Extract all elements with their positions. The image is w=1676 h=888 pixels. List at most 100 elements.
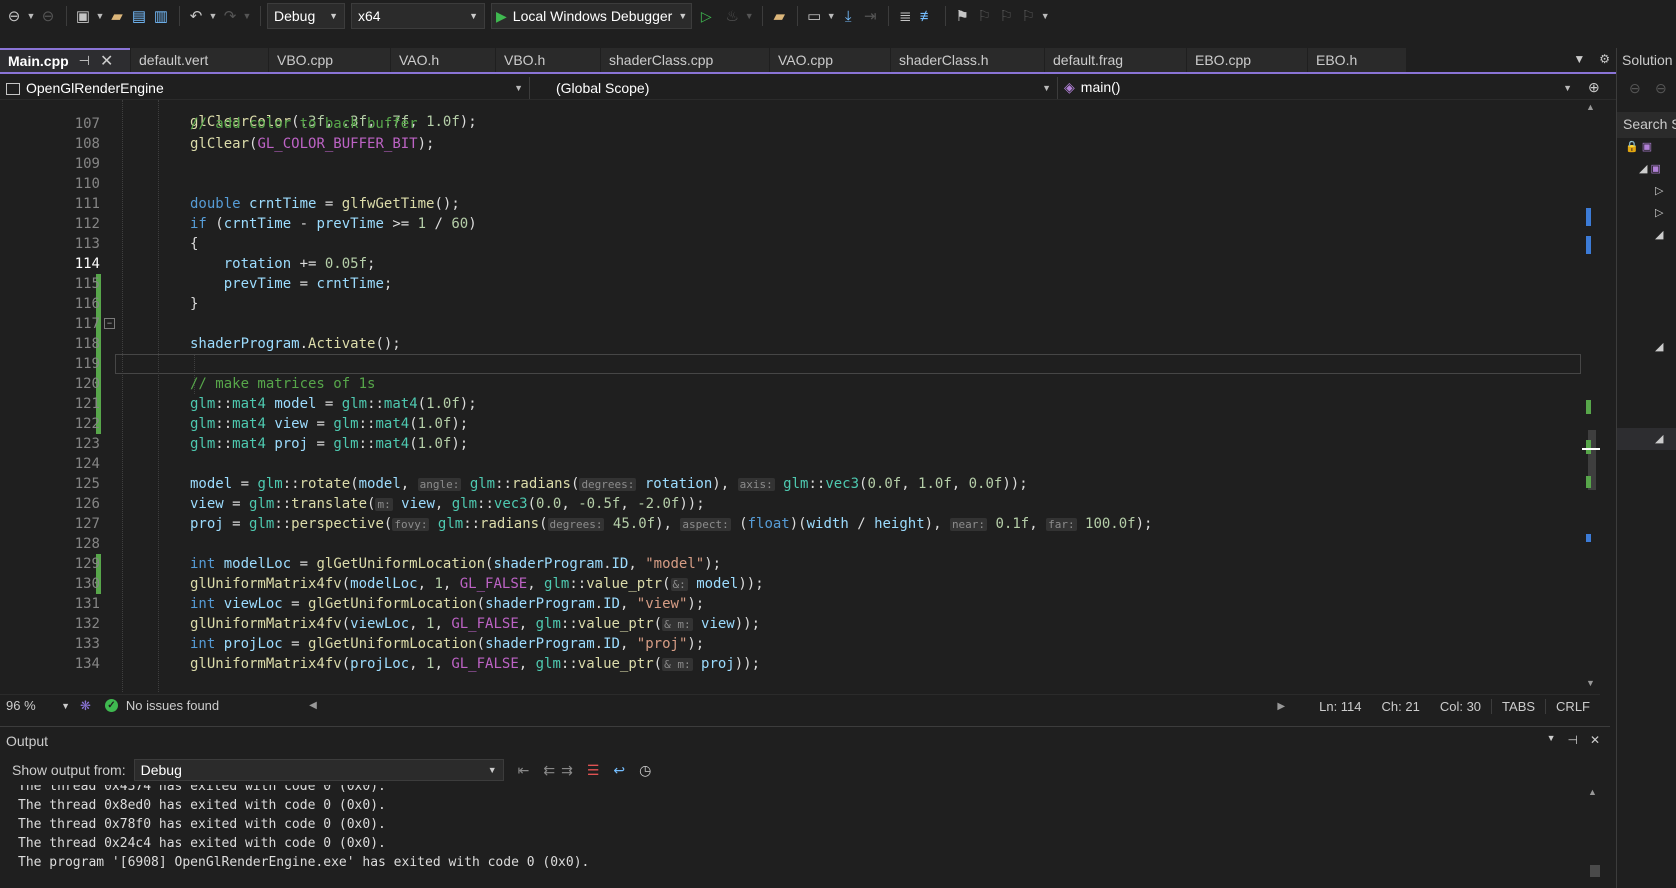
save-all-icon[interactable]: ▥ <box>151 4 171 28</box>
scrollbar-marker <box>1586 208 1591 226</box>
forward-icon[interactable]: ⊖ <box>38 4 58 28</box>
chevron-down-icon[interactable]: ▼ <box>678 11 687 21</box>
line-endings[interactable]: CRLF <box>1545 698 1600 714</box>
step-over-icon[interactable]: ⇥ <box>860 4 880 28</box>
solution-folder-icon[interactable]: ▰ <box>769 4 789 28</box>
editor-scrollbar[interactable]: ▲ ▼ <box>1582 100 1600 692</box>
scroll-left-icon[interactable]: ◀ <box>309 700 317 711</box>
scope-dropdown[interactable]: (Global Scope) ▼ <box>530 76 1058 99</box>
selected-tree-row[interactable] <box>1617 428 1676 450</box>
clear-all-icon[interactable]: ☰ <box>587 762 600 779</box>
tab-vao-cpp[interactable]: VAO.cpp <box>770 48 890 72</box>
tree-node[interactable]: ◢ <box>1655 340 1663 353</box>
play-icon: ▶ <box>496 7 507 24</box>
code-line: 107 // add color to back buffer <box>0 114 1580 134</box>
tree-node[interactable]: ▷ <box>1655 184 1663 197</box>
comment-lines-icon[interactable]: ≣ <box>895 4 915 28</box>
bookmark-icon[interactable]: ⚑ <box>952 4 972 28</box>
tab-shaderclass-cpp[interactable]: shaderClass.cpp <box>601 48 769 72</box>
indent-mode[interactable]: TABS <box>1491 698 1545 714</box>
tab-vbo-h[interactable]: VBO.h <box>496 48 600 72</box>
project-dropdown[interactable]: OpenGlRenderEngine ▼ <box>0 76 530 99</box>
previous-message-icon[interactable]: ⇇ <box>543 762 555 779</box>
split-editor-icon[interactable]: ⊕ <box>1588 79 1600 96</box>
next-message-icon[interactable]: ⇉ <box>561 762 573 779</box>
clock-icon[interactable]: ◷ <box>639 762 651 779</box>
member-dropdown[interactable]: ◈ main() ▼ <box>1058 77 1578 99</box>
tree-node[interactable]: ▷ <box>1655 206 1663 219</box>
line-indicator[interactable]: Ln: 114 <box>1309 699 1371 714</box>
char-indicator[interactable]: Ch: 21 <box>1372 699 1430 714</box>
tab-vao-h[interactable]: VAO.h <box>391 48 495 72</box>
back-icon[interactable]: ⊖ <box>1629 80 1641 97</box>
tab-vbo-cpp[interactable]: VBO.cpp <box>269 48 390 72</box>
close-icon[interactable]: ✕ <box>1590 733 1600 747</box>
copilot-icon[interactable]: ❋ <box>80 698 91 714</box>
platform-select[interactable]: x64 ▼ <box>351 3 485 29</box>
inlay-hint: aspect: <box>680 518 731 531</box>
expanded-chevron-icon: ◢ <box>1639 163 1648 175</box>
chevron-down-icon: ▼ <box>487 765 497 775</box>
toolbar-overflow-icon[interactable]: ▼ <box>1040 4 1050 28</box>
code-editor[interactable]: glClearColor(.3f, .3f, .7f, 1.0f); − 107… <box>0 100 1600 692</box>
undo-icon[interactable]: ↶ <box>186 4 206 28</box>
uncomment-lines-icon[interactable]: ≢ <box>917 4 937 28</box>
inlay-hint: & m: <box>662 618 693 631</box>
tab-ebo-h[interactable]: EBO.h <box>1308 48 1406 72</box>
window-menu-icon[interactable]: ▼ <box>1547 733 1556 747</box>
word-wrap-icon[interactable]: ↩ <box>613 762 625 779</box>
new-project-icon[interactable]: ▣ <box>73 4 93 28</box>
clear-bookmarks-icon[interactable]: ⚐ <box>1018 4 1038 28</box>
tab-label: shaderClass.h <box>899 52 989 68</box>
code-text: glUniformMatrix4fv(projLoc, 1, GL_FALSE,… <box>190 656 761 672</box>
solution-node[interactable]: 🔒 ▣ <box>1625 140 1652 153</box>
inlay-hint: m: <box>375 498 393 511</box>
step-into-icon[interactable]: ⤓ <box>838 4 858 28</box>
new-dropdown-icon[interactable]: ▼ <box>95 4 105 28</box>
tree-node[interactable]: ◢ <box>1655 432 1663 445</box>
window-layout-icon[interactable]: ▭ <box>804 4 824 28</box>
code-line: 125 model = glm::rotate(model, angle: glm… <box>0 474 1580 494</box>
output-window-controls: ▼ ⊣ ✕ <box>1547 733 1600 747</box>
output-log[interactable]: The thread 0x4374 has exited with code 0… <box>0 785 1590 888</box>
tab-list-dropdown-icon[interactable]: ▼ <box>1573 52 1585 66</box>
pin-icon[interactable]: ⊣ <box>1567 733 1577 747</box>
open-folder-icon[interactable]: ▰ <box>107 4 127 28</box>
back-dropdown-icon[interactable]: ▼ <box>26 4 36 28</box>
scroll-right-icon[interactable]: ▶ <box>1277 701 1285 712</box>
hot-reload-icon[interactable]: ♨ <box>722 4 742 28</box>
redo-dropdown-icon[interactable]: ▼ <box>242 4 252 28</box>
save-icon[interactable]: ▤ <box>129 4 149 28</box>
solution-search-input[interactable]: Search S <box>1617 112 1676 138</box>
project-node[interactable]: ◢ ▣ <box>1639 162 1661 175</box>
tree-node[interactable]: ◢ <box>1655 228 1663 241</box>
gear-icon[interactable]: ⚙ <box>1599 52 1610 66</box>
redo-icon[interactable]: ↷ <box>220 4 240 28</box>
scroll-up-icon[interactable]: ▲ <box>1588 787 1597 797</box>
next-bookmark-icon[interactable]: ⚐ <box>996 4 1016 28</box>
close-icon[interactable]: ✕ <box>100 51 113 71</box>
tab-main-cpp[interactable]: Main.cpp ⊣ ✕ <box>0 48 130 72</box>
tab-default-frag[interactable]: default.frag <box>1045 48 1186 72</box>
prev-bookmark-icon[interactable]: ⚐ <box>974 4 994 28</box>
hot-reload-dropdown-icon[interactable]: ▼ <box>744 4 754 28</box>
column-indicator[interactable]: Col: 30 <box>1430 699 1491 714</box>
zoom-dropdown[interactable]: 96 % ▼ <box>0 698 76 713</box>
configuration-select[interactable]: Debug ▼ <box>267 3 345 29</box>
undo-dropdown-icon[interactable]: ▼ <box>208 4 218 28</box>
pin-icon[interactable]: ⊣ <box>79 53 90 69</box>
start-debugging-button[interactable]: ▶ Local Windows Debugger ▼ <box>491 3 693 29</box>
output-scrollbar-thumb[interactable] <box>1590 865 1600 877</box>
tab-default-vert[interactable]: default.vert <box>131 48 268 72</box>
scroll-up-icon[interactable]: ▲ <box>1586 102 1595 112</box>
issues-status[interactable]: No issues found <box>126 698 219 713</box>
start-without-debugging-icon[interactable]: ▷ <box>696 4 716 28</box>
output-source-select[interactable]: Debug ▼ <box>133 759 504 781</box>
forward-icon[interactable]: ⊖ <box>1655 80 1667 97</box>
layout-dropdown-icon[interactable]: ▼ <box>826 4 836 28</box>
tab-shaderclass-h[interactable]: shaderClass.h <box>891 48 1044 72</box>
back-icon[interactable]: ⊖ <box>4 4 24 28</box>
go-to-location-icon[interactable]: ⇤ <box>518 762 530 779</box>
tab-ebo-cpp[interactable]: EBO.cpp <box>1187 48 1307 72</box>
scroll-down-icon[interactable]: ▼ <box>1586 678 1595 688</box>
